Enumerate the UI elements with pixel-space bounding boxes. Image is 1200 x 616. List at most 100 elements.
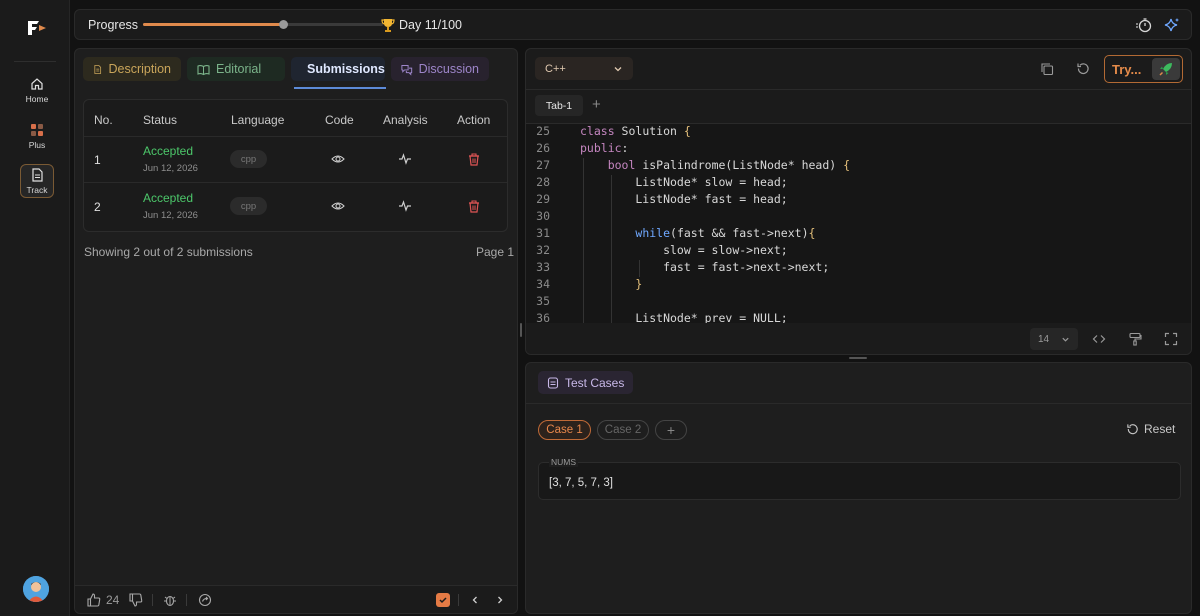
code-text: }	[635, 277, 643, 291]
add-tab-button[interactable]: +	[592, 96, 601, 113]
tab-discussion-label: Discussion	[418, 62, 479, 76]
like-count: 24	[106, 593, 120, 607]
bug-icon[interactable]	[163, 593, 177, 607]
font-size-value: 14	[1038, 333, 1050, 345]
eye-icon[interactable]	[331, 199, 345, 213]
footer-divider	[152, 594, 153, 606]
reset-button[interactable]: Reset	[1126, 422, 1175, 436]
page-indicator: Page 1	[476, 245, 515, 259]
check-icon	[439, 597, 447, 604]
tab-submissions-label: Submissions	[307, 62, 385, 76]
code-line: 30	[526, 209, 1191, 226]
try-button-label: Try...	[1112, 62, 1142, 77]
col-header-code: Code	[325, 113, 354, 127]
language-pill: cpp	[230, 150, 267, 168]
avatar[interactable]	[23, 576, 49, 602]
line-number: 33	[536, 260, 550, 274]
code-area[interactable]: 25 class Solution {26 public: 27 bool isPal…	[526, 123, 1191, 323]
add-case-button[interactable]: +	[655, 420, 687, 440]
nums-input[interactable]: NUMS [3, 7, 5, 7, 3]	[538, 457, 1181, 500]
progress-slider[interactable]	[143, 20, 383, 29]
logo-icon[interactable]	[26, 19, 48, 37]
copy-icon[interactable]	[1040, 62, 1054, 76]
solved-checkbox[interactable]	[436, 593, 450, 607]
code-line: 28 ListNode* slow = head;	[526, 175, 1191, 192]
code-line: 36 ListNode* prev = NULL;	[526, 311, 1191, 323]
col-header-action: Action	[457, 113, 491, 127]
footer-divider	[186, 594, 187, 606]
day-label: Day 11/100	[399, 18, 463, 32]
day-counter: Day 11/100	[380, 17, 462, 33]
thumbs-up-icon[interactable]	[87, 593, 101, 607]
code-line: 27 bool isPalindrome(ListNode* head) {	[526, 158, 1191, 175]
delete-icon[interactable]	[467, 199, 481, 213]
reset-code-icon[interactable]	[1076, 62, 1090, 76]
test-header-divider	[526, 403, 1191, 404]
format-brush-icon[interactable]	[1128, 332, 1142, 346]
active-tab-indicator	[294, 87, 386, 89]
eye-icon[interactable]	[331, 152, 345, 166]
thumbs-down-icon[interactable]	[129, 593, 143, 607]
code-line: 34 }	[526, 277, 1191, 294]
share-icon[interactable]	[198, 593, 212, 607]
code-text: public:	[580, 141, 629, 155]
tab-editorial[interactable]: Editorial	[187, 57, 285, 81]
nav-label-track: Track	[26, 184, 48, 195]
chat-icon	[401, 64, 413, 76]
panel-footer: 24	[75, 585, 517, 613]
run-button[interactable]	[1152, 58, 1180, 80]
chevron-left-icon[interactable]	[468, 593, 482, 607]
code-line: 31 while(fast && fast->next){	[526, 226, 1191, 243]
activity-icon[interactable]	[398, 152, 412, 166]
horizontal-resize-handle[interactable]	[849, 357, 867, 359]
editor-bottom-bar: 14	[526, 323, 1191, 354]
plus-grid-icon	[31, 123, 43, 136]
submission-date: Jun 12, 2026	[143, 210, 198, 221]
progress-knob[interactable]	[278, 20, 288, 29]
editor-tab[interactable]: Tab-1	[535, 95, 583, 116]
tab-editorial-label: Editorial	[216, 62, 262, 76]
activity-icon[interactable]	[398, 199, 412, 213]
reset-icon	[1127, 423, 1138, 434]
col-header-language: Language	[231, 113, 285, 127]
nav-item-home[interactable]: Home	[20, 73, 54, 107]
book-open-icon	[197, 64, 210, 75]
nav-item-plus[interactable]: Plus	[20, 119, 54, 153]
submissions-summary: Showing 2 out of 2 submissions	[84, 245, 253, 259]
try-button[interactable]: Try...	[1104, 55, 1183, 83]
status-accepted[interactable]: Accepted	[143, 144, 193, 158]
delete-icon[interactable]	[467, 152, 481, 166]
vertical-resize-handle[interactable]	[520, 323, 522, 337]
case-tab-2[interactable]: Case 2	[597, 420, 649, 440]
tab-description[interactable]: Description	[83, 57, 181, 81]
test-cases-title: Test Cases	[565, 375, 625, 390]
test-cases-tab[interactable]: Test Cases	[538, 371, 633, 394]
language-select[interactable]: C++	[535, 57, 633, 80]
line-number: 35	[536, 294, 550, 308]
document-icon	[32, 167, 43, 182]
chevron-down-icon	[1062, 337, 1069, 342]
editor-toolbar-divider	[526, 89, 1191, 90]
line-number: 31	[536, 226, 550, 240]
font-size-select[interactable]: 14	[1030, 328, 1078, 350]
avatar-image	[23, 576, 49, 602]
trophy-icon	[381, 19, 395, 32]
problem-panel: Description Editorial Submissions Discus…	[74, 48, 518, 614]
line-number: 32	[536, 243, 550, 257]
code-brackets-icon[interactable]	[1092, 332, 1106, 346]
line-number: 34	[536, 277, 550, 291]
case-tab-1[interactable]: Case 1	[538, 420, 591, 440]
code-text: class Solution {	[580, 124, 691, 138]
sparkle-icon[interactable]	[1163, 16, 1181, 34]
nav-item-track[interactable]: Track	[20, 164, 54, 198]
code-text: ListNode* fast = head;	[580, 192, 788, 206]
chevron-right-icon[interactable]	[493, 593, 507, 607]
chevron-down-icon	[614, 66, 622, 71]
status-accepted[interactable]: Accepted	[143, 191, 193, 205]
tab-discussion[interactable]: Discussion	[391, 57, 489, 81]
code-line: 35	[526, 294, 1191, 311]
timer-icon[interactable]	[1135, 16, 1153, 34]
tab-submissions[interactable]: Submissions	[291, 57, 385, 81]
code-line: 32 slow = slow->next;	[526, 243, 1191, 260]
fullscreen-icon[interactable]	[1164, 332, 1178, 346]
